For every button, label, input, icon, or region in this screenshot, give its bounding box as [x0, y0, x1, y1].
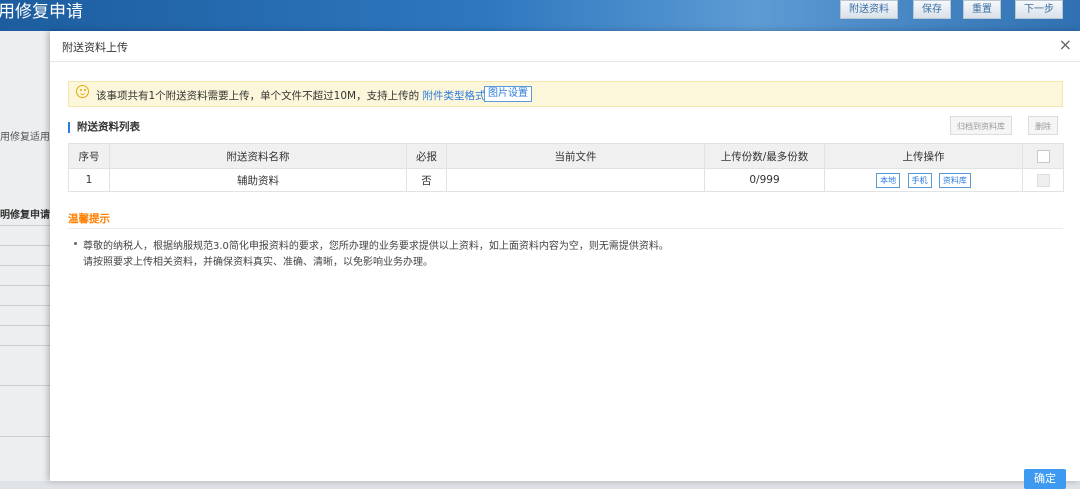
attachments-table: 序号 附送资料名称 必报 当前文件 上传份数/最多份数 上传操作 1 辅助资料 … — [68, 143, 1064, 192]
dialog-title: 附送资料上传 — [62, 41, 128, 54]
list-title: 附送资料列表 — [68, 122, 140, 133]
row-checkbox[interactable] — [1036, 173, 1050, 187]
notice-banner: 该事项共有1个附送资料需要上传，单个文件不超过10M，支持上传的 附件类型格式 … — [68, 81, 1063, 107]
image-settings-button[interactable]: 图片设置 — [484, 86, 532, 102]
page-title: 用修复申请 — [0, 2, 83, 22]
notice-text: 该事项共有1个附送资料需要上传，单个文件不超过10M，支持上传的 附件类型格式 — [96, 88, 485, 103]
upload-dialog: 附送资料上传 × 该事项共有1个附送资料需要上传，单个文件不超过10M，支持上传… — [50, 31, 1080, 489]
tip-line-2: 请按照要求上传相关资料，并确保资料真实、准确、清晰，以免影响业务办理。 — [83, 257, 433, 268]
divider — [68, 228, 1063, 229]
divider — [0, 305, 50, 306]
row-ops: 本地 手机 资料库 — [824, 168, 1023, 192]
divider — [0, 225, 50, 226]
divider — [0, 436, 50, 437]
smile-icon — [76, 85, 89, 98]
confirm-button[interactable]: 确定 — [1024, 469, 1066, 489]
sidebar-text: 用修复适用 — [0, 132, 50, 143]
background-sidebar: 用修复适用 明修复申请表 — [0, 31, 60, 481]
bullet-icon — [74, 242, 77, 245]
attach-docs-button[interactable]: 附送资料 — [840, 0, 898, 19]
divider — [0, 245, 50, 246]
select-all-checkbox[interactable] — [1036, 149, 1050, 163]
divider — [0, 285, 50, 286]
row-required: 否 — [406, 168, 447, 192]
notice-message: 该事项共有1个附送资料需要上传，单个文件不超过10M，支持上传的 — [96, 90, 420, 102]
row-index: 1 — [68, 168, 110, 192]
col-count-header: 上传份数/最多份数 — [704, 143, 825, 169]
app-header: 用修复申请 附送资料 保存 重置 下一步 — [0, 0, 1080, 31]
tip-line-1: 尊敬的纳税人，根据纳服规范3.0简化申报资料的要求，您所办理的业务要求提供以上资… — [83, 241, 669, 252]
save-button[interactable]: 保存 — [913, 0, 951, 19]
col-file-header: 当前文件 — [446, 143, 705, 169]
col-required-header: 必报 — [406, 143, 447, 169]
row-select-cell — [1022, 168, 1064, 192]
row-count: 0/999 — [704, 168, 825, 192]
archive-button[interactable]: 归档到资料库 — [950, 116, 1012, 135]
col-name-header: 附送资料名称 — [109, 143, 407, 169]
close-icon[interactable]: × — [1059, 35, 1072, 54]
next-step-button[interactable]: 下一步 — [1015, 0, 1063, 19]
table-row: 1 辅助资料 否 0/999 本地 手机 资料库 — [68, 168, 1064, 192]
upload-phone-button[interactable]: 手机 — [907, 172, 932, 188]
file-format-link[interactable]: 附件类型格式 — [422, 90, 485, 102]
select-all-cell — [1022, 143, 1064, 169]
col-index-header: 序号 — [68, 143, 110, 169]
divider — [0, 385, 50, 386]
divider — [50, 61, 1080, 62]
divider — [0, 265, 50, 266]
reset-button[interactable]: 重置 — [963, 0, 1001, 19]
row-current-file — [446, 168, 705, 192]
upload-local-button[interactable]: 本地 — [876, 172, 901, 188]
table-header-row: 序号 附送资料名称 必报 当前文件 上传份数/最多份数 上传操作 — [68, 143, 1064, 169]
col-ops-header: 上传操作 — [824, 143, 1023, 169]
row-name: 辅助资料 — [109, 168, 407, 192]
divider — [0, 345, 50, 346]
delete-button[interactable]: 删除 — [1028, 116, 1058, 135]
tips-title: 温馨提示 — [68, 213, 110, 225]
divider — [0, 325, 50, 326]
upload-library-button[interactable]: 资料库 — [938, 172, 971, 188]
